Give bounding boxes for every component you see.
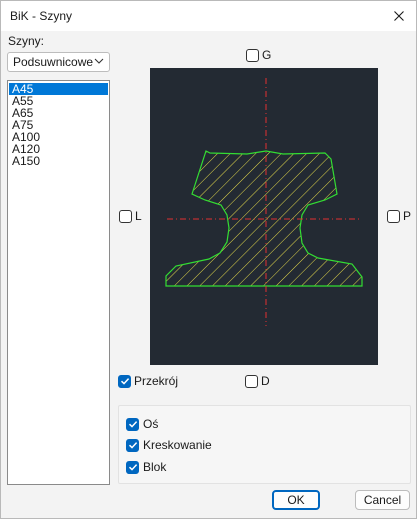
rail-type-value: Podsuwnicowe	[13, 55, 94, 69]
left-view-checkbox[interactable]: L	[119, 209, 142, 223]
left-view-label: L	[135, 209, 142, 223]
checkbox-box	[126, 417, 139, 431]
options-group: Oś Kreskowanie Blok	[118, 405, 411, 484]
rail-preview-canvas	[150, 68, 378, 365]
check-icon	[128, 442, 137, 449]
check-icon	[120, 378, 129, 385]
checkbox-box	[246, 48, 259, 62]
hatching-checkbox[interactable]: Kreskowanie	[126, 438, 212, 452]
bottom-view-checkbox[interactable]: D	[245, 374, 270, 388]
checkbox-box	[118, 374, 131, 388]
axis-checkbox[interactable]: Oś	[126, 417, 158, 431]
checkbox-box	[126, 460, 139, 474]
checkbox-box	[387, 209, 400, 223]
cancel-button[interactable]: Cancel	[355, 490, 410, 510]
axis-label: Oś	[143, 417, 159, 431]
rail-listbox[interactable]: A45 A55 A65 A75 A100 A120 A150	[7, 80, 110, 485]
close-icon	[394, 11, 404, 21]
top-view-label: G	[262, 48, 272, 62]
block-label: Blok	[143, 460, 167, 474]
section-label: Przekrój	[134, 374, 179, 388]
rail-type-dropdown[interactable]: Podsuwnicowe	[7, 52, 110, 72]
list-item[interactable]: A150	[9, 155, 108, 167]
check-icon	[128, 464, 137, 471]
title-bar: BiK - Szyny	[1, 1, 416, 31]
hatching-label: Kreskowanie	[143, 438, 212, 452]
close-button[interactable]	[386, 3, 412, 29]
dialog-window: BiK - Szyny Szyny: Podsuwnicowe A45 A55 …	[0, 0, 417, 519]
chevron-down-icon	[94, 58, 104, 64]
check-icon	[128, 421, 137, 428]
section-checkbox[interactable]: Przekrój	[118, 374, 178, 388]
right-view-label: P	[403, 209, 412, 223]
checkbox-box	[119, 209, 132, 223]
right-view-checkbox[interactable]: P	[387, 209, 411, 223]
checkbox-box	[126, 438, 139, 452]
rails-label: Szyny:	[8, 34, 45, 48]
rail-section-drawing	[165, 78, 363, 326]
window-title: BiK - Szyny	[10, 9, 73, 23]
top-view-checkbox[interactable]: G	[246, 48, 271, 62]
ok-button[interactable]: OK	[272, 490, 320, 510]
block-checkbox[interactable]: Blok	[126, 460, 166, 474]
checkbox-box	[245, 374, 258, 388]
bottom-view-label: D	[261, 374, 270, 388]
